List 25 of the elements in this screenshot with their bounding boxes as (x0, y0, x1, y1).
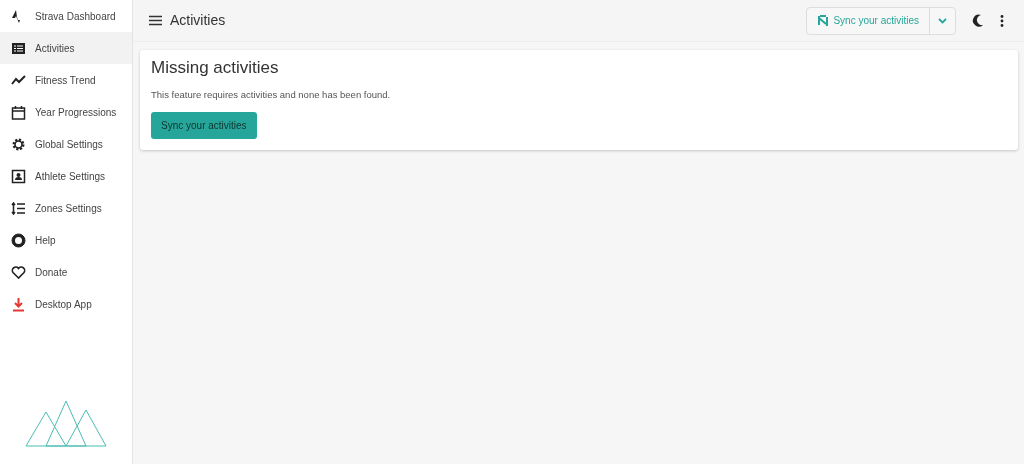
card-message: This feature requires activities and none has been found. (151, 88, 392, 103)
card-title: Missing activities (151, 58, 280, 79)
sidebar-item[interactable]: Year Progressions (0, 96, 132, 128)
numbered-list-icon (11, 200, 26, 216)
chevron-icon (938, 17, 947, 24)
sidebar-item[interactable]: Global Settings (0, 128, 132, 160)
list-icon (11, 40, 26, 56)
settings-icon (11, 136, 26, 152)
sidebar-item[interactable]: Donate (0, 256, 132, 288)
menu-icon[interactable] (149, 15, 162, 26)
heart-icon (11, 264, 26, 280)
moon-icon[interactable] (972, 14, 984, 27)
page-title: Activities (170, 11, 226, 30)
sidebar-item[interactable]: Desktop App (0, 288, 132, 320)
person-card-icon (11, 168, 26, 184)
sidebar-item[interactable]: Strava Dashboard (0, 0, 132, 32)
sync-activities-button[interactable]: Sync your activities (151, 111, 257, 139)
sidebar-item[interactable]: Zones Settings (0, 192, 132, 224)
calendar-icon (11, 104, 26, 120)
sidebar-item[interactable]: Help (0, 224, 132, 256)
download-icon (11, 296, 26, 312)
more-icon[interactable] (1000, 14, 1004, 27)
sidebar-item[interactable]: Fitness Trend (0, 64, 132, 96)
sidebar-item[interactable]: Athlete Settings (0, 160, 132, 192)
sidebar-item[interactable]: Activities (0, 32, 132, 64)
